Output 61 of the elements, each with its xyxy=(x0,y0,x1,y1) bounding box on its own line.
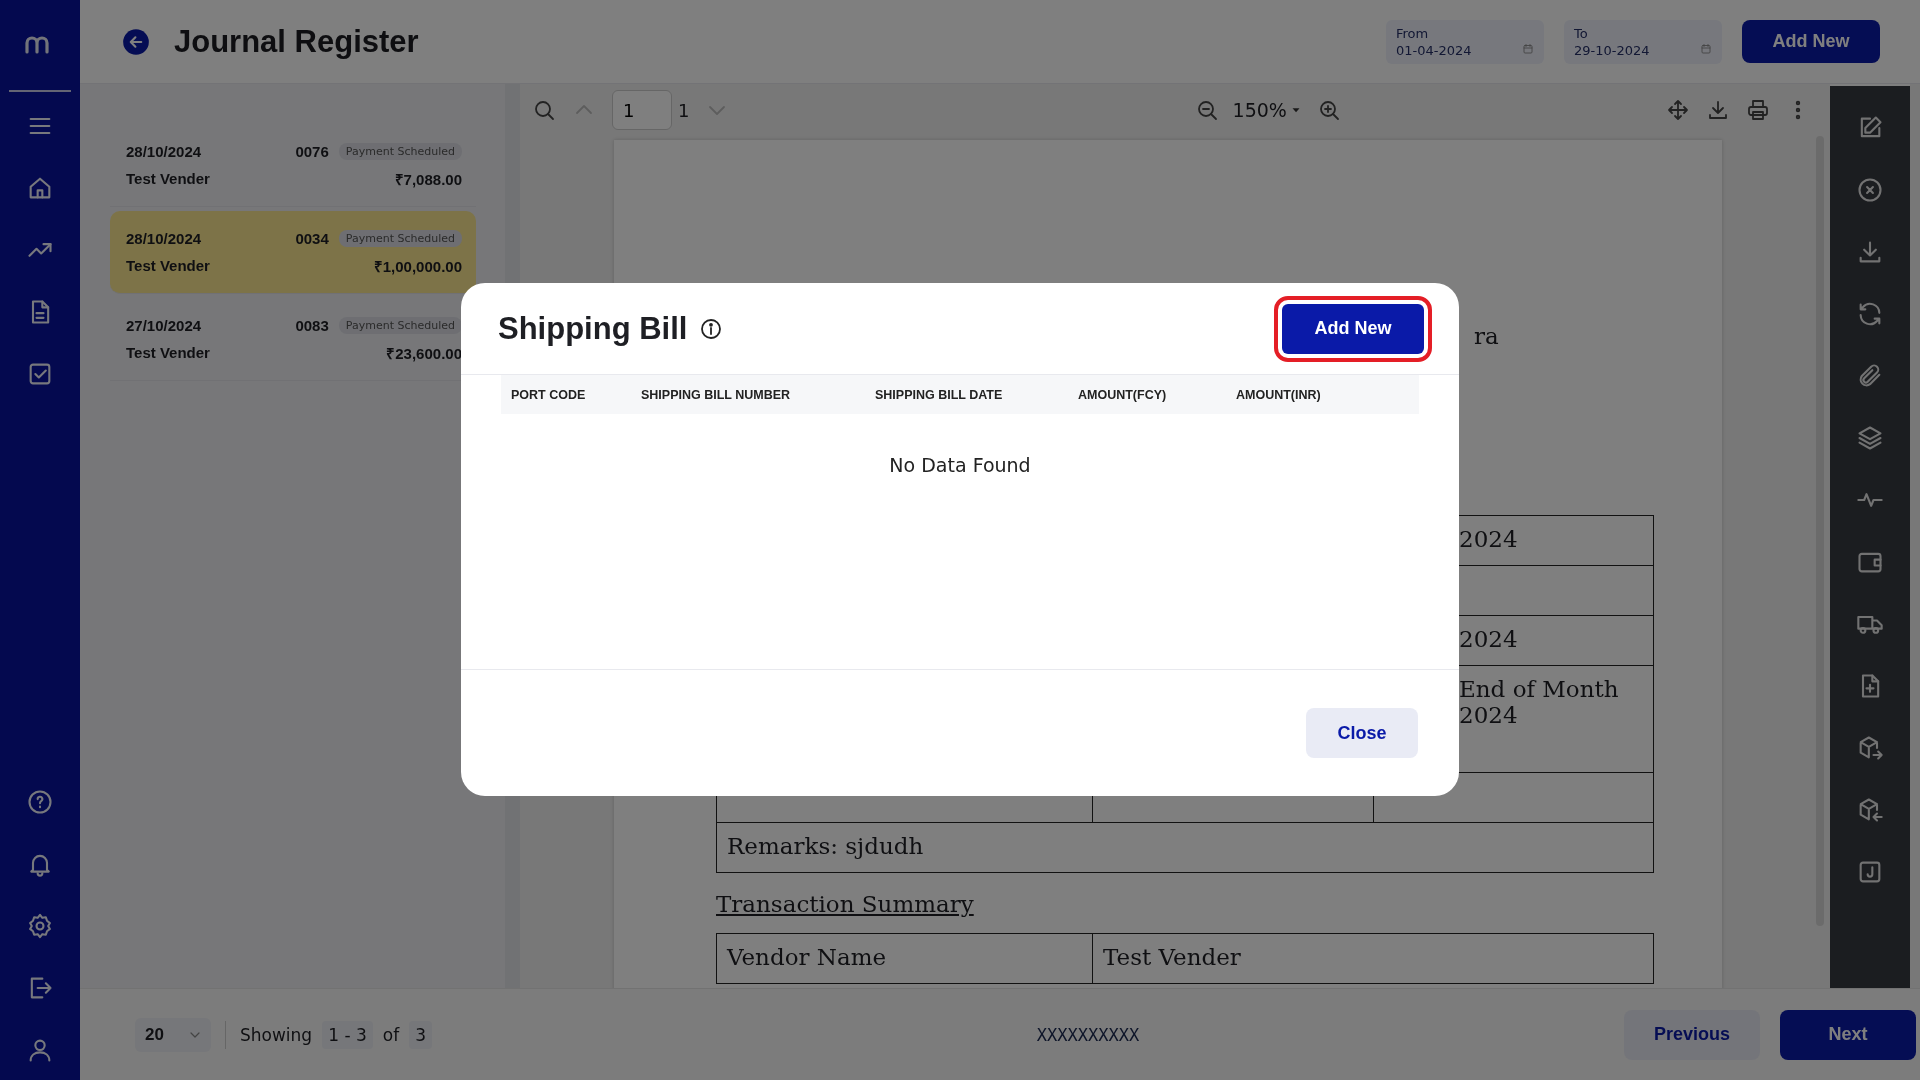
status-badge: Payment Scheduled xyxy=(338,143,462,160)
date-field[interactable]: From 01-04-2024 xyxy=(1386,19,1544,64)
page-title: Journal Register xyxy=(174,23,419,60)
column-header: SHIPPING BILL NUMBER xyxy=(641,387,792,402)
entry-date: 28/10/2024 xyxy=(126,143,202,160)
range-value: 1 - 3 xyxy=(322,1020,373,1049)
dialog-title: Shipping Bill xyxy=(498,310,688,347)
showing-label: Showing xyxy=(240,1024,313,1045)
table-cell-text: Test Vender xyxy=(1103,944,1242,970)
entry-date: 28/10/2024 xyxy=(126,230,202,247)
section-heading: Transaction Summary xyxy=(716,891,975,917)
status-badge: Payment Scheduled xyxy=(338,317,462,334)
journal-entry[interactable]: 28/10/2024 0076 Payment Scheduled Test Vender ₹7,088.00 xyxy=(110,124,476,207)
page-number-field[interactable]: 1 xyxy=(612,90,672,130)
calendar-icon[interactable] xyxy=(1522,42,1534,55)
cancel-icon[interactable] xyxy=(1856,176,1884,204)
remarks-text: Remarks: sjdudh xyxy=(727,833,925,859)
table-cell-text: End of Month xyxy=(1459,676,1620,702)
vendor-name: Test Vender xyxy=(126,170,210,187)
download-icon[interactable] xyxy=(1706,98,1730,122)
total-count: 3 xyxy=(409,1020,432,1049)
zoom-dropdown[interactable]: 150% xyxy=(1232,99,1303,121)
table-cell-text: 2024 xyxy=(1459,702,1519,728)
status-badge: Payment Scheduled xyxy=(338,230,462,247)
table-cell-text: 2024 xyxy=(1459,526,1519,552)
settings-icon[interactable] xyxy=(26,912,54,940)
entry-number: 0076 xyxy=(295,143,329,160)
layers-icon[interactable] xyxy=(1856,424,1884,452)
entry-amount: ₹1,00,000.00 xyxy=(373,256,462,276)
add-new-button[interactable]: Add New xyxy=(1742,20,1880,63)
journal-entry[interactable]: 28/10/2024 0034 Payment Scheduled Test Vender ₹1,00,000.00 xyxy=(110,211,476,294)
entry-amount: ₹23,600.00 xyxy=(386,343,462,363)
column-header: AMOUNT(FCY) xyxy=(1078,387,1168,402)
page-count: 1 xyxy=(678,99,690,121)
move-icon[interactable] xyxy=(1666,98,1690,122)
document-text: ra xyxy=(1474,323,1500,349)
info-icon[interactable] xyxy=(699,316,724,341)
entry-number: 0083 xyxy=(295,317,329,334)
entry-amount: ₹7,088.00 xyxy=(394,169,462,189)
empty-message: No Data Found xyxy=(889,454,1031,476)
column-header: PORT CODE xyxy=(511,387,587,402)
back-icon[interactable] xyxy=(122,27,150,56)
column-header: AMOUNT(INR) xyxy=(1236,387,1321,402)
entry-date: 27/10/2024 xyxy=(126,317,202,334)
footer-text: XXXXXXXXXX xyxy=(1036,1024,1140,1045)
vendor-name: Test Vender xyxy=(126,344,210,361)
help-icon[interactable] xyxy=(26,788,54,816)
date-field[interactable]: To 29-10-2024 xyxy=(1564,19,1722,64)
search-icon[interactable] xyxy=(532,98,556,122)
table-cell-text: 2024 xyxy=(1459,626,1519,652)
of-label: of xyxy=(382,1024,400,1045)
vendor-name: Test Vender xyxy=(126,257,210,274)
calendar-icon[interactable] xyxy=(1700,42,1712,55)
previous-button[interactable]: Previous xyxy=(1624,1009,1760,1060)
page-size-dropdown[interactable]: 20 xyxy=(135,1017,211,1052)
next-button[interactable]: Next xyxy=(1780,1009,1916,1060)
table-cell-text: Vendor Name xyxy=(727,944,888,970)
close-button[interactable]: Close xyxy=(1306,708,1418,758)
print-icon[interactable] xyxy=(1746,98,1770,122)
entry-number: 0034 xyxy=(295,230,329,247)
column-header: SHIPPING BILL DATE xyxy=(875,387,1004,402)
